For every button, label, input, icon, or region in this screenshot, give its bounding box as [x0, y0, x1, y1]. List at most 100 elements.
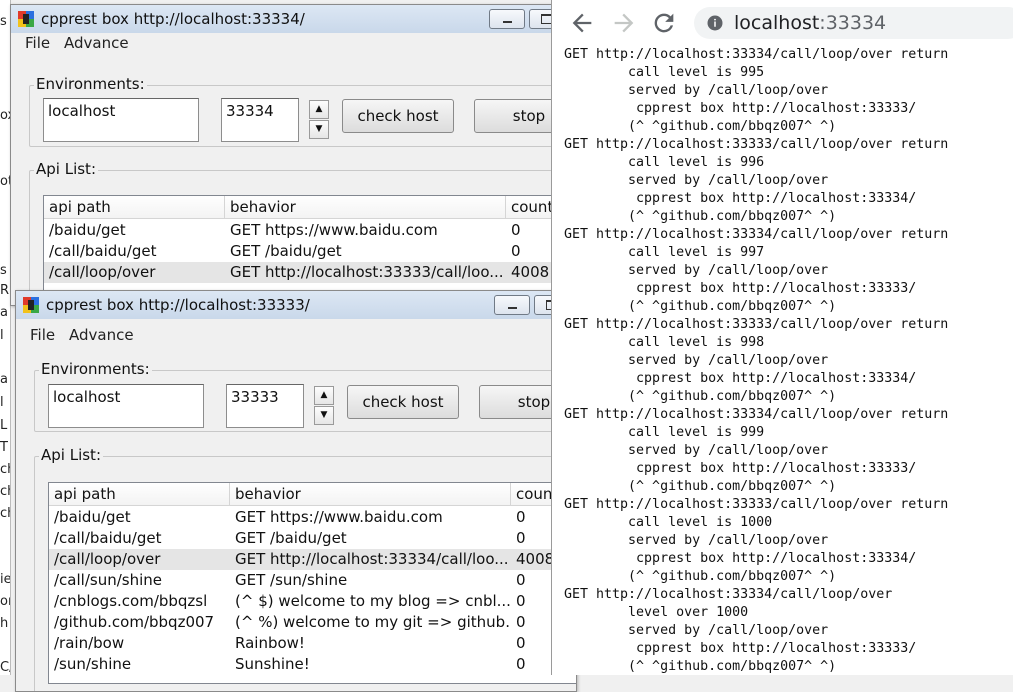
table-row[interactable]: /rain/bow Rainbow! 0 — [49, 633, 576, 654]
response-line: cpprest box http://localhost:33333/ — [564, 641, 917, 656]
menu-bar: File Advance — [16, 325, 576, 345]
response-line: call level is 1000 — [564, 515, 773, 530]
site-info-icon[interactable] — [706, 14, 724, 32]
host-input[interactable]: localhost — [43, 98, 199, 142]
cell-api-path: /github.com/bbqz007 — [54, 613, 215, 631]
forward-arrow-icon[interactable] — [610, 9, 638, 37]
column-header-api-path[interactable]: api path — [44, 196, 225, 218]
cell-behavior: GET https://www.baidu.com — [230, 221, 438, 239]
minimize-button[interactable] — [494, 295, 530, 315]
cell-api-path: /call/baidu/get — [54, 529, 162, 547]
table-row[interactable]: /call/baidu/get GET /baidu/get 0 — [44, 241, 571, 262]
response-line: (^ ^github.com/bbqz007^ ^) — [564, 569, 837, 584]
response-line: call level is 998 — [564, 335, 765, 350]
spin-down-icon[interactable]: ▼ — [309, 120, 329, 139]
table-row[interactable]: /baidu/get GET https://www.baidu.com 0 — [44, 220, 571, 241]
table-row[interactable]: /call/loop/over GET http://localhost:333… — [44, 262, 571, 283]
environments-label: Environments: — [34, 75, 147, 93]
back-arrow-icon[interactable] — [568, 9, 596, 37]
spin-up-icon[interactable]: ▲ — [309, 100, 329, 119]
api-list-label: Api List: — [34, 160, 98, 178]
response-line: served by /call/loop/over — [564, 173, 829, 188]
port-spinner[interactable]: ▲ ▼ — [309, 100, 329, 140]
cell-api-path: /rain/bow — [54, 634, 125, 652]
column-header-behavior[interactable]: behavior — [230, 483, 511, 505]
bg-text-fragment: a — [0, 305, 8, 320]
api-list-table[interactable]: api path behavior count /baidu/get GET h… — [48, 482, 576, 684]
bg-text-fragment: ch — [0, 462, 10, 477]
cell-behavior: (^ %) welcome to my git => github... — [235, 613, 511, 631]
menu-file[interactable]: File — [30, 326, 55, 344]
response-line: cpprest box http://localhost:33333/ — [564, 101, 917, 116]
column-header-behavior[interactable]: behavior — [225, 196, 506, 218]
bg-text-fragment: T — [0, 440, 8, 455]
response-line: call level is 999 — [564, 425, 765, 440]
response-line: GET http://localhost:33333/call/loop/ove… — [564, 497, 949, 512]
cell-api-path: /call/sun/shine — [54, 571, 162, 589]
bg-text-fragment: ch — [0, 506, 10, 521]
table-row[interactable]: /baidu/get GET https://www.baidu.com 0 — [49, 507, 576, 528]
window-title: cpprest box http://localhost:33334/ — [41, 10, 305, 28]
cell-behavior: GET https://www.baidu.com — [235, 508, 443, 526]
response-line: served by /call/loop/over — [564, 623, 829, 638]
response-line: (^ ^github.com/bbqz007^ ^) — [564, 389, 837, 404]
bg-text-fragment: s — [0, 14, 7, 29]
table-header: api path behavior count — [44, 196, 571, 219]
cell-behavior: GET /sun/shine — [235, 571, 348, 589]
menu-advance[interactable]: Advance — [64, 34, 129, 52]
title-bar[interactable]: cpprest box http://localhost:33334/ — [11, 5, 571, 33]
port-input[interactable]: 33333 — [226, 384, 304, 428]
bg-text-fragment: om — [0, 594, 10, 609]
cell-api-path: /call/loop/over — [54, 550, 161, 568]
title-bar[interactable]: cpprest box http://localhost:33333/ — [16, 291, 576, 319]
reload-icon[interactable] — [650, 9, 678, 37]
menu-advance[interactable]: Advance — [69, 326, 134, 344]
port-spinner[interactable]: ▲ ▼ — [314, 386, 334, 426]
column-header-api-path[interactable]: api path — [49, 483, 230, 505]
spin-down-icon[interactable]: ▼ — [314, 406, 334, 425]
response-line: served by /call/loop/over — [564, 443, 829, 458]
address-bar[interactable]: localhost:33334 — [694, 7, 1013, 39]
api-list-label: Api List: — [39, 446, 103, 464]
table-row[interactable]: /github.com/bbqz007 (^ %) welcome to my … — [49, 612, 576, 633]
port-input[interactable]: 33334 — [221, 98, 299, 142]
bg-text-fragment: L — [0, 418, 8, 433]
bg-text-fragment: R — [0, 283, 10, 298]
cpprest-window-33333: cpprest box http://localhost:33333/ File… — [15, 290, 577, 692]
response-line: GET http://localhost:33333/call/loop/ove… — [564, 317, 949, 332]
url-port: :33334 — [819, 12, 887, 34]
cell-api-path: /call/loop/over — [49, 263, 156, 281]
menu-bar: File Advance — [11, 33, 571, 53]
check-host-button[interactable]: check host — [342, 99, 454, 133]
table-row[interactable]: /call/sun/shine GET /sun/shine 0 — [49, 570, 576, 591]
table-row[interactable]: /sun/shine Sunshine! 0 — [49, 654, 576, 675]
menu-file[interactable]: File — [25, 34, 50, 52]
browser-toolbar: localhost:33334 — [552, 0, 1013, 46]
window-title: cpprest box http://localhost:33333/ — [46, 296, 310, 314]
table-row[interactable]: /call/loop/over GET http://localhost:333… — [49, 549, 576, 570]
response-line: served by /call/loop/over — [564, 83, 829, 98]
bg-text-fragment: ie — [0, 572, 11, 587]
table-row[interactable]: /cnblogs.com/bbqzsl (^ $) welcome to my … — [49, 591, 576, 612]
check-host-button[interactable]: check host — [347, 385, 459, 419]
url-host: localhost — [734, 12, 820, 34]
cell-behavior: GET /baidu/get — [230, 242, 342, 260]
response-line: cpprest box http://localhost:33334/ — [564, 551, 917, 566]
bg-text-fragment: s — [0, 263, 7, 278]
bg-text-fragment: ch. — [0, 484, 10, 499]
spin-up-icon[interactable]: ▲ — [314, 386, 334, 405]
table-header: api path behavior count — [49, 483, 576, 506]
response-line: GET http://localhost:33334/call/loop/ove… — [564, 587, 893, 602]
minimize-button[interactable] — [489, 9, 525, 29]
response-line: level over 1000 — [564, 605, 749, 620]
cpprest-window-33334: cpprest box http://localhost:33334/ File… — [10, 4, 572, 306]
response-line: call level is 997 — [564, 245, 765, 260]
host-input[interactable]: localhost — [48, 384, 204, 428]
cell-behavior: Sunshine! — [235, 655, 310, 673]
table-row[interactable]: /call/baidu/get GET /baidu/get 0 — [49, 528, 576, 549]
app-icon — [23, 297, 39, 313]
response-line: (^ ^github.com/bbqz007^ ^) — [564, 479, 837, 494]
environments-label: Environments: — [39, 360, 152, 378]
app-icon — [18, 11, 34, 27]
response-line: cpprest box http://localhost:33333/ — [564, 281, 917, 296]
